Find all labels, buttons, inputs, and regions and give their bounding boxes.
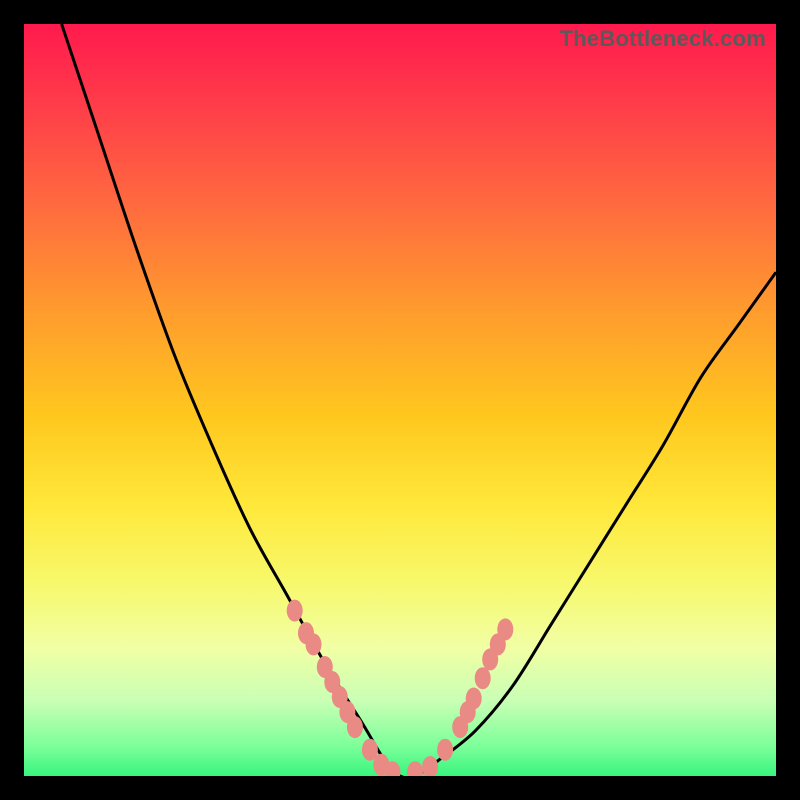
highlight-bead <box>287 600 303 622</box>
highlight-bead <box>422 756 438 776</box>
highlight-bead <box>475 667 491 689</box>
highlight-beads <box>287 600 514 776</box>
bottleneck-curve <box>62 24 776 776</box>
highlight-bead <box>497 618 513 640</box>
chart-plot-area: TheBottleneck.com <box>24 24 776 776</box>
highlight-bead <box>407 761 423 776</box>
highlight-bead <box>437 739 453 761</box>
highlight-bead <box>306 633 322 655</box>
bottleneck-curve-svg <box>24 24 776 776</box>
highlight-bead <box>466 688 482 710</box>
highlight-bead <box>347 716 363 738</box>
